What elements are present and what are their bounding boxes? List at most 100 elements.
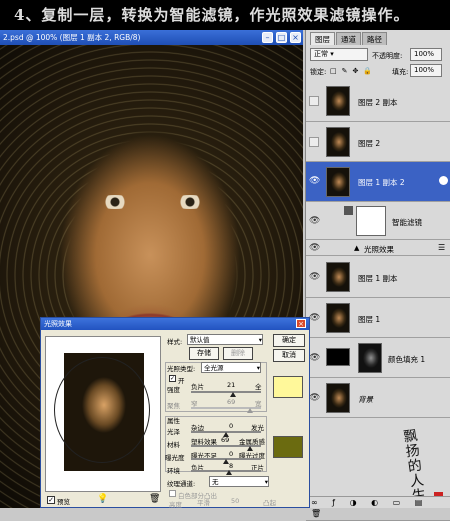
layer-thumbnail — [326, 86, 350, 116]
visibility-toggle[interactable] — [309, 137, 319, 147]
opacity-label: 不透明度: — [372, 52, 403, 60]
height-left-label: 平滑 — [197, 499, 210, 507]
filter-mask-link-icon — [344, 206, 353, 215]
eye-icon[interactable]: 👁 — [309, 272, 320, 282]
intensity-slider-handle[interactable] — [230, 392, 237, 397]
filter-name: 光照效果 — [364, 245, 394, 254]
filter-mask-thumbnail — [356, 206, 386, 236]
eye-icon[interactable]: 👁 — [309, 393, 320, 403]
tutorial-caption: 4、复制一层，转换为智能滤镜，作光照效果滤镜操作。 — [0, 0, 450, 30]
layer-name: 背景 — [358, 395, 373, 404]
eye-icon[interactable]: 👁 — [309, 216, 320, 226]
lock-icons[interactable]: □✎✥🔒 — [330, 67, 390, 76]
layer-thumbnail — [326, 167, 350, 197]
layers-footer-toolbar[interactable]: ∞ ƒ ◑ ◐ ▭ ▤ 🗑 — [305, 496, 450, 518]
material-label: 材料 — [167, 441, 180, 449]
smart-filters-label: 智能滤镜 — [392, 218, 422, 227]
texture-channel-select[interactable]: 无 ▾ — [209, 476, 269, 487]
filter-icon: ▲ — [354, 244, 360, 252]
layer-name: 颜色填充 1 — [388, 355, 426, 364]
layer-row[interactable]: 👁 颜色填充 1 — [306, 338, 450, 378]
filter-options-icon[interactable]: ☰ — [438, 243, 445, 252]
tab-paths[interactable]: 路径 — [362, 32, 387, 45]
opacity-input[interactable]: 100% — [410, 48, 442, 61]
blend-mode-select[interactable]: 正常 ▾ — [310, 48, 368, 61]
properties-label: 属性 — [167, 417, 180, 425]
ambience-label: 环境 — [167, 467, 180, 475]
layer-name: 图层 2 副本 — [358, 98, 398, 107]
layer-row[interactable]: 图层 2 副本 — [306, 80, 450, 122]
style-label: 样式: — [167, 338, 183, 346]
texture-channel-label: 纹理通道: — [167, 480, 196, 488]
intensity-value: 21 — [227, 381, 236, 389]
layer-row[interactable]: 👁 图层 1 — [306, 298, 450, 338]
light-type-select[interactable]: 全光源 ▾ — [201, 362, 261, 373]
material-value: 69 — [221, 436, 230, 444]
visibility-toggle[interactable] — [309, 96, 319, 106]
ambience-color-swatch[interactable] — [273, 436, 303, 458]
intensity-slider-track — [191, 391, 261, 393]
layer-thumbnail — [326, 262, 350, 292]
height-right-label: 凸起 — [263, 499, 276, 507]
fill-label: 填充: — [392, 68, 409, 76]
light-on-checkbox[interactable]: ✓ — [169, 375, 176, 382]
lock-label: 锁定: — [310, 68, 327, 76]
eye-icon[interactable]: 👁 — [309, 313, 320, 323]
layer-row[interactable]: 👁 图层 1 副本 — [306, 256, 450, 298]
focus-value: 69 — [227, 398, 236, 406]
eye-icon[interactable]: 👁 — [309, 243, 320, 253]
layer-thumbnail — [326, 127, 350, 157]
layer-name: 图层 1 副本 — [358, 274, 398, 283]
dialog-title-bar[interactable]: 光照效果 — [41, 318, 309, 330]
focus-slider-handle[interactable] — [247, 408, 254, 413]
preview-area[interactable] — [45, 336, 161, 492]
layer-name: 图层 2 — [358, 139, 381, 148]
intensity-label: 强度 — [167, 386, 180, 394]
dialog-close-button[interactable]: × — [296, 319, 306, 328]
save-button[interactable]: 存储 — [189, 347, 219, 360]
maximize-button[interactable]: □ — [276, 32, 287, 43]
tab-layers[interactable]: 图层 — [310, 32, 335, 45]
light-bulb-icon[interactable]: 💡 — [97, 494, 108, 504]
lighting-effects-dialog: 光照效果 × ✓ 预览 💡 🗑 样式: 默认值 ▾ 存储 删除 确定 取消 光照类… — [40, 317, 310, 509]
fill-color-thumbnail — [326, 348, 350, 366]
delete-button[interactable]: 删除 — [223, 347, 253, 360]
cancel-button[interactable]: 取消 — [273, 349, 305, 362]
filter-row[interactable]: 👁 光照效果 ▲ ☰ — [306, 240, 450, 256]
intensity-right-label: 全 — [255, 383, 262, 391]
intensity-left-label: 负片 — [191, 383, 204, 391]
dialog-title: 光照效果 — [44, 320, 72, 328]
focus-label: 聚焦 — [167, 402, 180, 410]
white-high-checkbox[interactable] — [169, 490, 176, 497]
preview-label: 预览 — [57, 498, 70, 506]
preview-checkbox[interactable]: ✓ — [47, 496, 55, 504]
eye-icon[interactable]: 👁 — [309, 353, 320, 363]
tab-channels[interactable]: 通道 — [336, 32, 361, 45]
gloss-label: 光泽 — [167, 428, 180, 436]
exposure-label: 曝光度 — [165, 454, 185, 462]
smart-filters-row[interactable]: 👁 智能滤镜 — [306, 202, 450, 240]
layer-row[interactable]: 👁 背景 — [306, 378, 450, 418]
layer-name: 图层 1 — [358, 315, 381, 324]
minimize-button[interactable]: – — [262, 32, 273, 43]
layer-thumbnail — [326, 383, 350, 413]
style-select[interactable]: 默认值 ▾ — [187, 334, 263, 345]
layer-row[interactable]: 图层 2 — [306, 122, 450, 162]
smart-object-icon — [439, 176, 448, 185]
light-color-swatch[interactable] — [273, 376, 303, 398]
eye-icon[interactable]: 👁 — [309, 176, 320, 186]
document-title: 2.psd @ 100% (图层 1 副本 2, RGB/8) — [3, 33, 141, 42]
layer-row-selected[interactable]: 👁 图层 1 副本 2 — [306, 162, 450, 202]
light-ellipse[interactable] — [54, 357, 150, 463]
ambience-slider-handle[interactable] — [225, 470, 232, 475]
fill-input[interactable]: 100% — [410, 64, 442, 77]
close-button[interactable]: × — [290, 32, 301, 43]
ok-button[interactable]: 确定 — [273, 334, 305, 347]
layer-thumbnail — [326, 303, 350, 333]
layer-mask-thumbnail — [358, 343, 382, 373]
trash-icon[interactable]: 🗑 — [149, 494, 160, 504]
layers-panel: 图层 通道 路径 正常 ▾ 不透明度: 100% 锁定: □✎✥🔒 填充: 10… — [305, 30, 450, 521]
height-value: 50 — [231, 497, 240, 505]
document-title-bar[interactable]: 2.psd @ 100% (图层 1 副本 2, RGB/8) — [0, 30, 303, 45]
light-type-label: 光照类型: — [167, 365, 196, 373]
